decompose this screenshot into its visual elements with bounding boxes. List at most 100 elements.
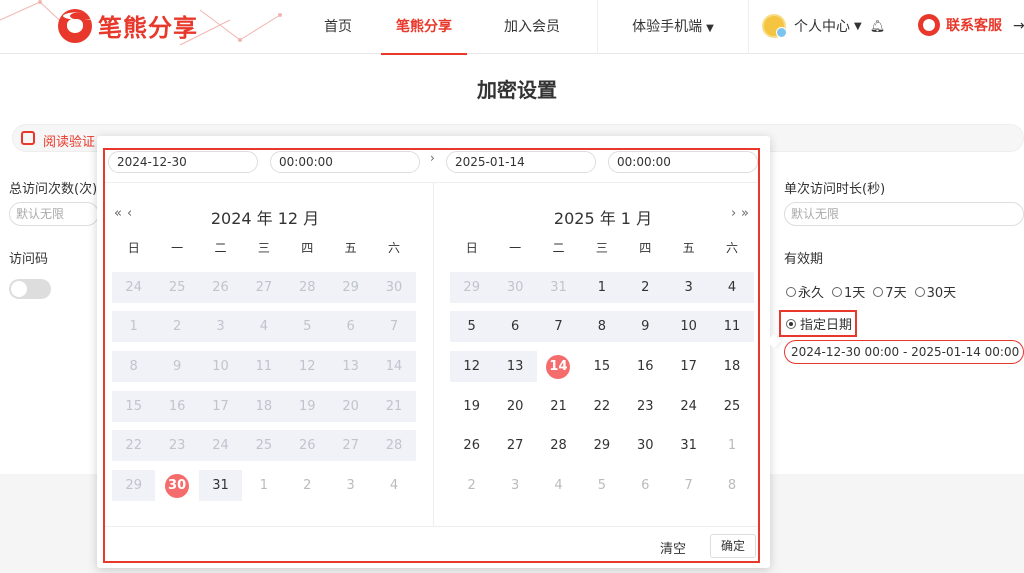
calendar-day: 8 <box>112 351 156 383</box>
end-time-input[interactable]: 00:00:00 <box>608 151 758 173</box>
calendar-day[interactable]: 6 <box>493 311 537 343</box>
prev-month-icon[interactable]: ‹ <box>127 206 132 221</box>
calendar-day[interactable]: 2 <box>450 470 493 501</box>
clear-button[interactable]: 清空 <box>660 538 686 557</box>
arrow-right-icon[interactable]: → <box>1013 18 1024 34</box>
calendar-day[interactable]: 10 <box>666 311 711 343</box>
radio-specified-date[interactable]: 指定日期 <box>779 310 857 337</box>
calendar-day[interactable]: 1 <box>242 470 285 501</box>
calendar-day[interactable]: 4 <box>710 271 754 303</box>
start-time-input[interactable]: 00:00:00 <box>270 151 420 173</box>
radio-forever[interactable]: 永久 <box>786 282 824 301</box>
calendar-divider <box>433 183 434 526</box>
calendar-day[interactable]: 8 <box>710 470 753 501</box>
calendar-day[interactable]: 7 <box>536 311 581 343</box>
calendar-day: 15 <box>112 390 156 422</box>
calendar-day[interactable]: 25 <box>710 391 753 422</box>
calendar-day[interactable]: 2 <box>623 271 667 303</box>
calendar-day[interactable]: 31 <box>198 470 243 502</box>
calendar-day[interactable]: 18 <box>710 351 753 382</box>
start-date-input[interactable]: 2024-12-30 <box>108 151 258 173</box>
customer-service[interactable]: 联系客服 <box>918 14 1002 36</box>
logo[interactable]: 笔熊分享 <box>58 8 198 43</box>
radio-icon <box>786 286 796 297</box>
calendar-day[interactable]: 8 <box>580 311 624 343</box>
calendar-day[interactable]: 31 <box>667 430 710 461</box>
radio-1day[interactable]: 1天 <box>832 282 865 301</box>
calendar-day[interactable]: 26 <box>450 430 493 461</box>
calendar-day[interactable]: 28 <box>537 430 580 461</box>
calendar-day[interactable]: 19 <box>450 391 493 422</box>
calendar-day[interactable]: 11 <box>710 311 754 343</box>
confirm-button[interactable]: 确定 <box>710 534 756 558</box>
total-visits-input[interactable]: 默认无限 <box>9 202 99 226</box>
calendar-week-row: 26 27 28 29 30 31 1 <box>450 430 754 461</box>
calendar-day[interactable]: 3 <box>493 470 536 501</box>
calendar-day[interactable]: 2 <box>286 470 329 501</box>
weekday-label: 二 <box>214 241 227 255</box>
nav-home[interactable]: 首页 <box>295 0 381 54</box>
weekday-label: 五 <box>682 241 695 255</box>
bell-icon[interactable]: 🔔︎ <box>870 19 885 33</box>
weekday-label: 六 <box>388 241 401 255</box>
calendar-day[interactable]: 5 <box>450 311 494 343</box>
calendar-day[interactable]: 5 <box>580 470 623 501</box>
radio-label: 7天 <box>885 286 907 301</box>
top-header: 笔熊分享 首页 笔熊分享 加入会员 体验手机端 ▼ 个人中心 ▼ 🔔︎ 联系客服 … <box>0 0 1024 55</box>
customer-service-label: 联系客服 <box>946 18 1002 34</box>
next-year-icon[interactable]: » <box>741 206 749 221</box>
nav-membership[interactable]: 加入会员 <box>467 0 597 54</box>
calendar-day[interactable]: 4 <box>372 470 415 501</box>
weekday-label: 四 <box>639 241 652 255</box>
calendar-day[interactable]: 30 <box>624 430 667 461</box>
weekday-label: 五 <box>344 241 357 255</box>
calendar-day[interactable]: 17 <box>667 351 710 382</box>
nav-mobile[interactable]: 体验手机端 ▼ <box>598 0 748 54</box>
user-center[interactable]: 个人中心 ▼ 🔔︎ <box>762 14 885 38</box>
bear-logo-icon <box>58 8 101 43</box>
end-date-input[interactable]: 2025-01-14 <box>446 151 596 173</box>
avatar <box>762 14 787 38</box>
calendar-day[interactable]: 9 <box>623 311 667 343</box>
access-code-toggle[interactable] <box>9 279 51 299</box>
weekday-header: 日一二三四五六 <box>112 233 416 263</box>
calendar-day: 17 <box>198 390 243 422</box>
calendar-day: 29 <box>328 271 373 303</box>
calendar-day: 10 <box>198 351 243 383</box>
next-month-icon[interactable]: › <box>731 206 736 221</box>
calendar-day[interactable]: 13 <box>493 351 537 383</box>
calendar-day[interactable]: 20 <box>493 391 536 422</box>
nav-share[interactable]: 笔熊分享 <box>381 0 467 55</box>
calendar-day: 3 <box>198 311 243 343</box>
calendar-day[interactable]: 3 <box>329 470 372 501</box>
calendar-day[interactable]: 27 <box>493 430 536 461</box>
calendar-day[interactable]: 3 <box>666 271 711 303</box>
calendar-day[interactable]: 29 <box>580 430 623 461</box>
calendar-day[interactable]: 21 <box>537 391 580 422</box>
selected-day[interactable]: 30 <box>165 474 190 499</box>
radio-7days[interactable]: 7天 <box>873 282 907 301</box>
date-range-input[interactable]: 2024-12-30 00:00 - 2025-01-14 00:00 <box>784 340 1024 364</box>
calendar-day: 28 <box>285 271 329 303</box>
caret-down-icon: ▼ <box>706 23 714 34</box>
calendar-day[interactable]: 1 <box>580 271 624 303</box>
calendar-day[interactable]: 14 <box>537 351 580 382</box>
calendar-day[interactable]: 16 <box>624 351 667 382</box>
calendar-day[interactable]: 7 <box>667 470 710 501</box>
single-visit-input[interactable]: 默认无限 <box>784 202 1024 226</box>
calendar-day[interactable]: 24 <box>667 391 710 422</box>
calendar-day[interactable]: 30 <box>155 470 198 501</box>
radio-30days[interactable]: 30天 <box>914 282 956 301</box>
calendar-day: 20 <box>328 390 373 422</box>
calendar-day[interactable]: 6 <box>624 470 667 501</box>
calendar-day[interactable]: 22 <box>580 391 623 422</box>
calendar-day: 16 <box>155 390 199 422</box>
calendar-day[interactable]: 12 <box>450 351 494 383</box>
calendar-day[interactable]: 23 <box>624 391 667 422</box>
selected-day[interactable]: 14 <box>546 355 571 380</box>
calendar-day[interactable]: 15 <box>580 351 623 382</box>
page-title: 加密设置 <box>477 78 557 102</box>
calendar-day[interactable]: 1 <box>710 430 753 461</box>
calendar-day[interactable]: 4 <box>537 470 580 501</box>
prev-year-icon[interactable]: « <box>114 206 122 221</box>
